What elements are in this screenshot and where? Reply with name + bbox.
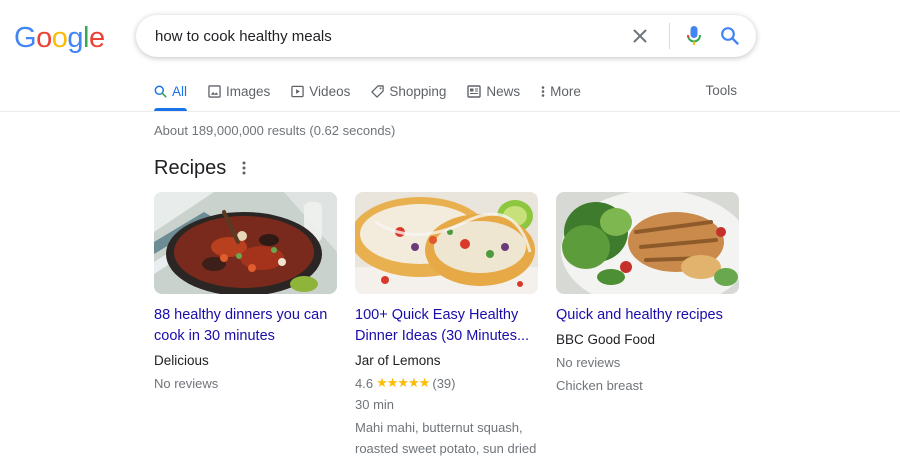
tab-more[interactable]: More [541, 83, 581, 99]
recipe-title-line: 100+ Quick Easy Healthy [355, 307, 519, 323]
logo-letter: g [67, 22, 83, 54]
tab-images[interactable]: Images [208, 83, 270, 99]
recipe-title-line: Dinner Ideas (30 Minutes... [355, 328, 530, 344]
recipe-title-line: 88 healthy dinners you can [154, 307, 328, 323]
recipe-title-line: cook in 30 minutes [154, 328, 275, 344]
tools-button[interactable]: Tools [705, 83, 737, 98]
recipe-image-tacos[interactable] [355, 192, 538, 294]
search-box[interactable]: how to cook healthy meals [136, 15, 756, 57]
video-icon [291, 85, 305, 97]
logo-letter: G [14, 22, 37, 54]
mic-icon[interactable] [682, 24, 706, 48]
recipe-source: BBC Good Food [556, 332, 656, 347]
tab-label: News [486, 83, 521, 99]
search-input[interactable]: how to cook healthy meals [155, 28, 627, 45]
review-count: (39) [432, 375, 456, 391]
news-icon [467, 84, 482, 98]
header-divider [0, 111, 900, 112]
recipe-main-ingredient: Chicken breast [556, 378, 643, 393]
recipes-heading: Recipes [154, 157, 227, 179]
ingredients-line: Mahi mahi, butternut squash, [355, 420, 523, 435]
star-rating-icon: ★★★★★ [376, 375, 430, 390]
close-icon[interactable] [627, 23, 653, 49]
recipe-card[interactable]: 88 healthy dinners you can cook in 30 mi… [154, 192, 337, 393]
google-logo[interactable]: Google [14, 22, 105, 55]
recipe-card[interactable]: 100+ Quick Easy Healthy Dinner Ideas (30… [355, 192, 538, 459]
logo-letter: o [36, 22, 52, 54]
tab-news[interactable]: News [467, 83, 520, 99]
recipe-source: Jar of Lemons [355, 353, 441, 368]
logo-letter: e [88, 22, 105, 54]
tab-label: Shopping [389, 83, 447, 99]
ingredients-line: roasted sweet potato, sun dried [355, 441, 537, 456]
recipe-rating: 4.6 ★★★★★ (39) [355, 375, 538, 391]
result-stats: About 189,000,000 results (0.62 seconds) [154, 123, 396, 138]
recipe-ingredients: Mahi mahi, butternut squash, roasted swe… [355, 417, 538, 459]
image-icon [208, 84, 221, 98]
tab-label: Images [226, 83, 271, 99]
recipe-source: Delicious [154, 353, 209, 368]
search-icon [154, 85, 167, 98]
tab-label: Videos [309, 83, 351, 99]
tab-label: More [550, 83, 581, 99]
more-vert-icon[interactable] [237, 160, 251, 176]
more-vert-icon [541, 85, 545, 97]
recipe-reviews: No reviews [154, 376, 219, 391]
tab-all[interactable]: All [154, 83, 188, 111]
tab-label: All [172, 83, 188, 99]
logo-letter: o [51, 22, 68, 54]
tag-icon [371, 84, 385, 98]
tab-shopping[interactable]: Shopping [371, 83, 446, 99]
recipe-image-chicken-salad[interactable] [556, 192, 739, 294]
recipe-title-link[interactable]: Quick and healthy recipes [556, 305, 739, 326]
recipe-title-link[interactable]: 88 healthy dinners you can cook in 30 mi… [154, 305, 337, 347]
recipe-card[interactable]: Quick and healthy recipes BBC Good Food … [556, 192, 739, 395]
recipe-image-paella[interactable] [154, 192, 337, 294]
search-tabs: All Images Videos Shopping News More Too… [154, 83, 744, 111]
rating-value: 4.6 [355, 375, 374, 391]
recipe-reviews: No reviews [556, 355, 621, 370]
search-icon[interactable] [718, 24, 742, 48]
tab-videos[interactable]: Videos [291, 83, 350, 99]
recipe-title-link[interactable]: 100+ Quick Easy Healthy Dinner Ideas (30… [355, 305, 538, 347]
search-divider [669, 23, 670, 49]
recipe-time: 30 min [355, 397, 395, 412]
